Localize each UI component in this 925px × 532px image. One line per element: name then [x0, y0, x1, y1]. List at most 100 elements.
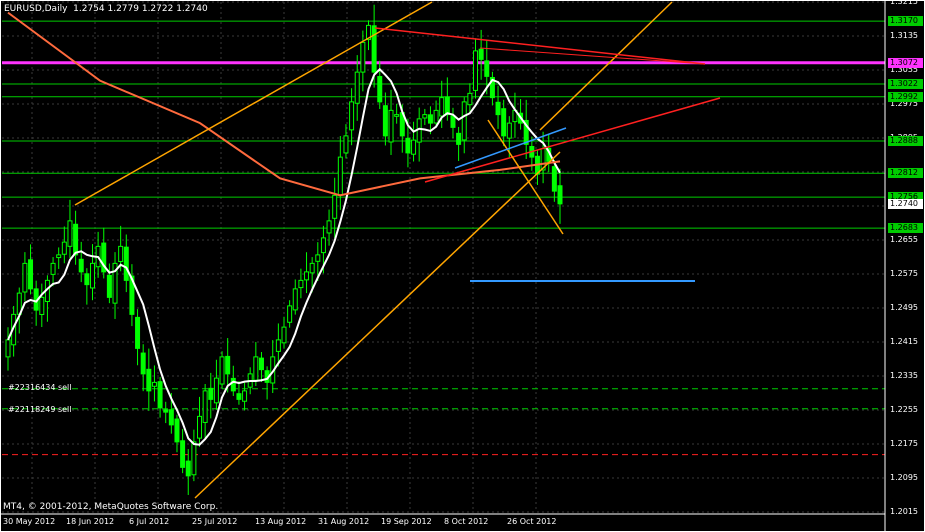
candle-body	[180, 440, 186, 468]
time-tick-label: 19 Sep 2012	[381, 517, 432, 526]
candle-body	[422, 114, 428, 119]
candle-body	[433, 109, 439, 124]
candle-body	[456, 132, 462, 145]
candle-body	[258, 357, 264, 371]
candle-body	[450, 115, 456, 128]
candle-body	[551, 166, 557, 192]
candle-body	[163, 409, 169, 413]
time-tick-label: 26 Oct 2012	[507, 517, 557, 526]
candle-body	[371, 25, 377, 73]
candle-body	[73, 223, 79, 256]
candle-body	[230, 377, 236, 392]
candle-body	[67, 220, 73, 247]
candle-body	[337, 156, 343, 196]
candle-body	[168, 409, 174, 426]
price-tick-label: 1.2655	[890, 235, 918, 244]
price-tick-label: 1.2255	[890, 405, 918, 414]
candle-body	[411, 139, 417, 155]
candle-body	[315, 254, 321, 262]
candle-body	[106, 274, 112, 298]
price-tick-label: 1.3135	[890, 31, 918, 40]
candle-body	[208, 387, 214, 400]
symbol-name: EURUSD,Daily	[4, 4, 68, 14]
order-label[interactable]: #22118249 sell	[8, 404, 72, 415]
candle-body	[439, 97, 445, 117]
axes	[0, 0, 925, 532]
candle-body	[292, 288, 298, 311]
candle-body	[157, 381, 163, 409]
horizontal-levels	[2, 20, 885, 456]
candle-body	[382, 105, 388, 137]
resistance-line	[374, 27, 706, 65]
candle-body	[5, 339, 11, 358]
candle-body	[478, 48, 484, 60]
copyright-notice: MT4, © 2001-2012, MetaQuotes Software Co…	[3, 502, 219, 512]
candle-body	[388, 109, 394, 143]
candle-body	[135, 316, 141, 349]
candle-body	[225, 355, 231, 375]
candle-body	[242, 390, 248, 402]
time-tick-label: 18 Jun 2012	[66, 517, 115, 526]
candle-body	[332, 194, 338, 219]
price-chart[interactable]	[0, 0, 925, 532]
price-tick-label: 1.2415	[890, 337, 918, 346]
candle-body	[326, 220, 332, 234]
price-tick-label: 1.2495	[890, 303, 918, 312]
price-tick-label: 1.2095	[890, 473, 918, 482]
candle-body	[123, 246, 129, 281]
chart-grid	[2, 1, 885, 513]
price-tick-label: 1.2015	[890, 507, 918, 516]
chart-frame	[0, 0, 925, 532]
price-tick-label: 1.2335	[890, 371, 918, 380]
price-level-label: 1.2992	[888, 91, 923, 102]
support-line	[424, 97, 721, 183]
candle-body	[354, 71, 360, 104]
candle-body	[320, 237, 326, 254]
candle-body	[118, 245, 124, 263]
price-level-label: 1.2683	[888, 223, 923, 234]
candle-body	[202, 390, 208, 423]
candle-body	[253, 356, 259, 381]
candle-body	[213, 377, 219, 404]
candle-body	[61, 241, 67, 255]
candle-body	[467, 92, 473, 106]
candle-body	[461, 101, 467, 141]
candle-body	[309, 262, 315, 274]
candle-body	[360, 41, 366, 73]
candle-body	[506, 122, 512, 139]
time-tick-label: 25 Jul 2012	[192, 517, 238, 526]
candle-body	[151, 381, 157, 387]
candle-body	[501, 108, 507, 137]
candle-body	[275, 339, 281, 352]
price-level-label: 1.2888	[888, 135, 923, 146]
candle-body	[343, 135, 349, 154]
candle-body	[146, 368, 152, 392]
time-tick-label: 6 Jul 2012	[129, 517, 170, 526]
price-level-label: 1.3022	[888, 79, 923, 90]
price-tick-label: 1.3215	[890, 0, 918, 6]
time-tick-label: 30 May 2012	[3, 517, 56, 526]
candle-body	[427, 114, 433, 124]
candle-body	[444, 96, 450, 116]
chart-window[interactable]: EURUSD,Daily 1.2754 1.2779 1.2722 1.2740…	[0, 0, 925, 532]
candle-body	[484, 60, 490, 77]
candle-body	[287, 305, 293, 323]
ohlc-values: 1.2754 1.2779 1.2722 1.2740	[73, 4, 208, 14]
candle-body	[78, 258, 84, 273]
time-tick-label: 8 Oct 2012	[444, 517, 489, 526]
candle-body	[219, 356, 225, 385]
candle-body	[197, 415, 203, 439]
candle-body	[349, 101, 355, 131]
price-level-label: 1.2812	[888, 168, 923, 179]
candle-body	[50, 262, 56, 275]
channel-lower-line	[194, 151, 561, 499]
candle-body	[473, 50, 479, 91]
symbol-ohlc-label: EURUSD,Daily 1.2754 1.2779 1.2722 1.2740	[4, 4, 208, 15]
candle-body	[191, 441, 197, 476]
price-tick-label: 1.2175	[890, 439, 918, 448]
order-label[interactable]: #22316434 sell	[8, 382, 72, 393]
candle-body	[394, 114, 400, 117]
time-tick-label: 13 Aug 2012	[255, 517, 307, 526]
candle-body	[39, 296, 45, 315]
candle-body	[236, 393, 242, 400]
